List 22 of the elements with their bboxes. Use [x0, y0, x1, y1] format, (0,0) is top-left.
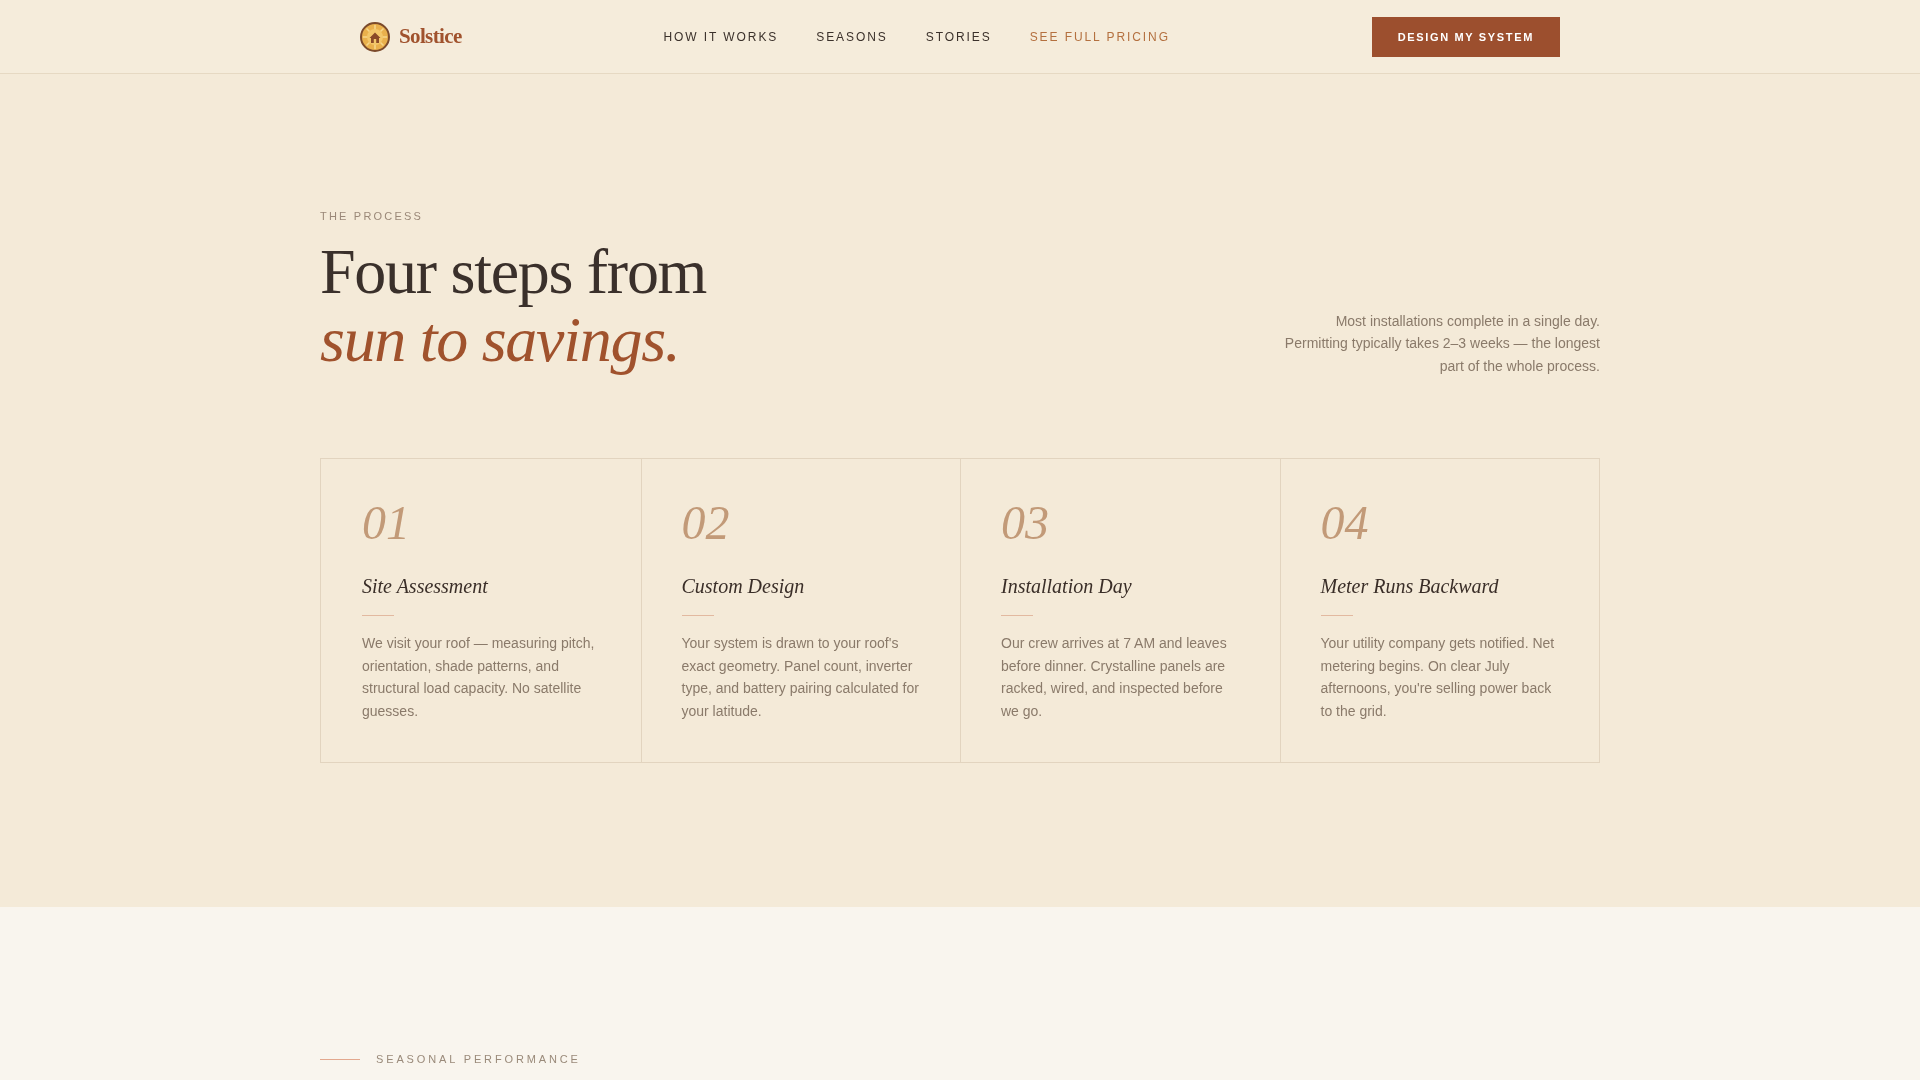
step-number: 03 [1001, 499, 1049, 547]
brand-name: Solstice [399, 24, 462, 49]
step-title: Custom Design [681, 574, 806, 599]
nav-link[interactable]: SEASONS [816, 29, 888, 44]
section-eyebrow: THE PROCESS [320, 209, 424, 223]
section-heading: Four steps from sun to savings. [320, 238, 707, 374]
step-description: Your utility company gets notified. Net metering begins. On clear July afternoons, you're selling power back to the grid. [1320, 634, 1556, 721]
process-note: Most installations complete in a single day. Permitting typically takes 2–3 weeks — the longest part of the whole process. [1283, 311, 1600, 376]
step-description: Your system is drawn to your roof's exact geometry. Panel count, inverter type, and battery pairing calculated for your latitude. [681, 634, 920, 721]
nav-link[interactable]: HOW IT WORKS [663, 29, 779, 44]
step-title: Site Assessment [362, 574, 489, 599]
house-emblem-icon [360, 21, 390, 52]
step-number: 02 [681, 499, 730, 547]
step-description: We visit your roof — measuring pitch, orientation, shade patterns, and structural load capacity. No satellite guesses. [362, 634, 596, 721]
design-system-button[interactable]: DESIGN MY SYSTEM [1371, 16, 1560, 57]
step-description: Our crew arrives at 7 AM and leaves before dinner. Crystalline panels are racked, wired, and inspected before we go. [1001, 634, 1228, 721]
step-title: Installation Day [1001, 574, 1133, 599]
step-number: 01 [362, 499, 410, 547]
nav-link[interactable]: STORIES [925, 29, 992, 44]
section-eyebrow: SEASONAL PERFORMANCE [376, 1052, 581, 1066]
step-number: 04 [1320, 499, 1369, 547]
step-title: Meter Runs Backward [1320, 574, 1500, 599]
